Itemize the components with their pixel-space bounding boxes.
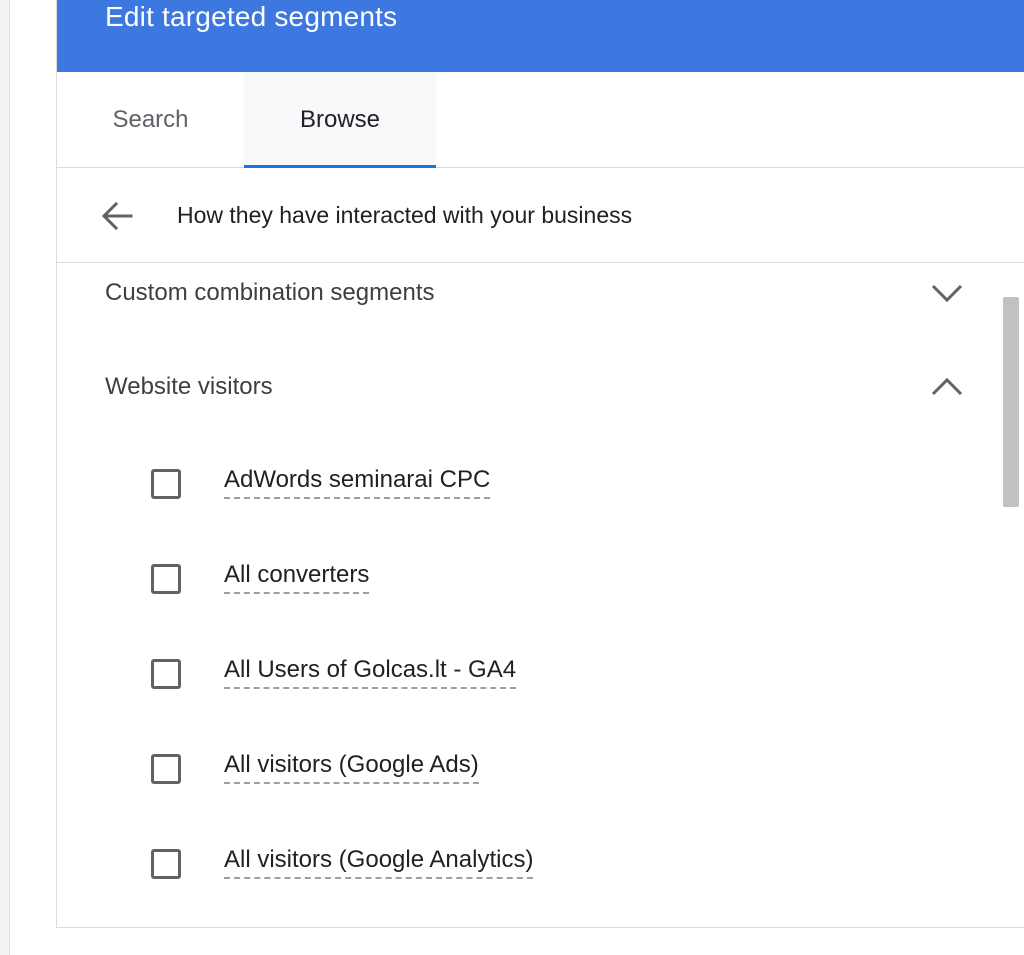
scrollbar-thumb[interactable] <box>1003 297 1019 507</box>
arrow-left-icon <box>101 201 133 231</box>
chevron-down-icon <box>931 284 963 303</box>
segment-label[interactable]: AdWords seminarai CPC <box>224 463 491 499</box>
dialog-header: Edit targeted segments <box>57 0 1024 72</box>
checkbox[interactable] <box>151 754 181 784</box>
segment-label[interactable]: All Users of Golcas.lt - GA4 <box>224 653 517 689</box>
segment-label[interactable]: All converters <box>224 558 370 594</box>
back-button[interactable] <box>97 196 137 236</box>
breadcrumb-label: How they have interacted with your busin… <box>177 202 633 228</box>
list-item: All visitors (Google Analytics) <box>57 837 997 897</box>
list-item: AdWords seminarai CPC <box>57 457 997 517</box>
segment-list: Custom combination segments Website visi… <box>57 263 1024 927</box>
list-item: All Users of Golcas.lt - GA4 <box>57 647 997 707</box>
checkbox[interactable] <box>151 469 181 499</box>
checkbox[interactable] <box>151 659 181 689</box>
checkbox[interactable] <box>151 564 181 594</box>
segment-label[interactable]: All visitors (Google Analytics) <box>224 843 534 879</box>
tab-browse[interactable]: Browse <box>244 72 436 168</box>
breadcrumb: How they have interacted with your busin… <box>57 168 1024 263</box>
segment-label[interactable]: All visitors (Google Ads) <box>224 748 479 784</box>
scrollbar[interactable] <box>1001 263 1021 927</box>
tab-browse-label: Browse <box>299 106 381 133</box>
section-label: Website visitors <box>105 373 273 400</box>
checkbox[interactable] <box>151 849 181 879</box>
list-item: All visitors (Google Ads) <box>57 742 997 802</box>
section-custom-combination[interactable]: Custom combination segments <box>57 263 997 323</box>
edit-segments-dialog: Edit targeted segments Search Browse How… <box>56 0 1024 928</box>
page: Edit targeted segments Search Browse How… <box>0 0 1024 955</box>
dialog-title: Edit targeted segments <box>105 1 398 32</box>
list-item: All converters <box>57 552 997 612</box>
background-panel-edge <box>0 0 10 955</box>
section-label: Custom combination segments <box>105 279 435 306</box>
chevron-up-icon <box>931 377 963 396</box>
section-website-visitors[interactable]: Website visitors <box>57 357 997 417</box>
tab-bar: Search Browse <box>57 72 1024 168</box>
tab-search[interactable]: Search <box>57 72 244 168</box>
